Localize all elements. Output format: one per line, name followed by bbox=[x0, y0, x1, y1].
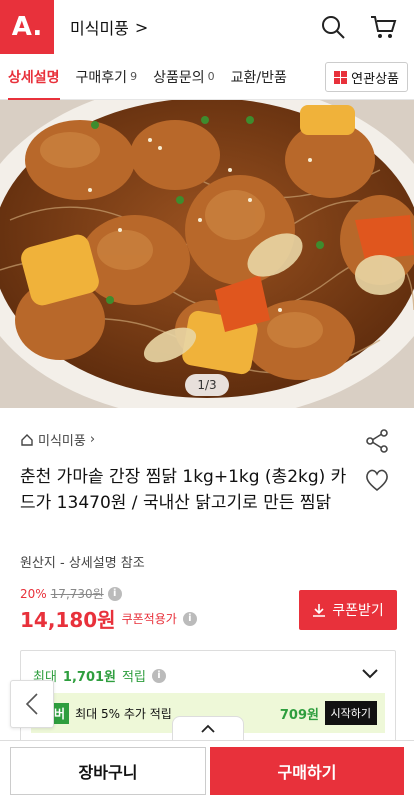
tab-qna[interactable]: 상품문의 0 bbox=[145, 54, 223, 100]
breadcrumb-store: 미식미풍 bbox=[38, 434, 86, 449]
original-price: 17,730원 bbox=[50, 587, 104, 601]
chevron-right-icon: › bbox=[89, 432, 96, 447]
origin-info: 원산지 - 상세설명 참조 bbox=[20, 556, 145, 571]
start-membership-button[interactable]: 시작하기 bbox=[324, 701, 377, 725]
cart-icon[interactable] bbox=[368, 12, 398, 42]
search-icon[interactable] bbox=[318, 12, 348, 42]
review-count: 9 bbox=[130, 70, 138, 83]
price-original-row: 20% 17,730원 i bbox=[20, 585, 122, 602]
grid-icon bbox=[334, 70, 348, 84]
brand-name: 미식미풍 bbox=[70, 19, 129, 38]
chevron-up-icon bbox=[201, 724, 215, 733]
bottom-action-bar: 장바구니 구매하기 bbox=[0, 740, 414, 800]
info-icon[interactable]: i bbox=[151, 668, 166, 683]
image-counter: 1/3 bbox=[185, 374, 229, 396]
collapse-handle[interactable] bbox=[172, 716, 244, 740]
info-icon[interactable]: i bbox=[107, 586, 122, 601]
chevron-right-icon: > bbox=[134, 17, 149, 37]
home-icon bbox=[21, 433, 33, 446]
braised-chicken-illustration bbox=[0, 100, 414, 408]
tab-reviews[interactable]: 구매후기 9 bbox=[68, 54, 146, 100]
sale-price: 14,180원 bbox=[20, 608, 116, 632]
tab-exchange-return[interactable]: 교환/반품 bbox=[223, 54, 295, 100]
tab-detail[interactable]: 상세설명 bbox=[0, 54, 68, 101]
coupon-applied-label: 쿠폰적용가 bbox=[121, 612, 177, 626]
member-reward-text: 최대 5% 추가 적립 bbox=[75, 706, 172, 721]
get-coupon-button[interactable]: 쿠폰받기 bbox=[299, 590, 397, 630]
add-to-cart-button[interactable]: 장바구니 bbox=[10, 747, 206, 795]
chevron-down-icon[interactable] bbox=[361, 665, 379, 684]
price-sale-row: 14,180원 쿠폰적용가 i bbox=[20, 604, 197, 633]
breadcrumb[interactable]: 미식미풍 › bbox=[20, 430, 95, 449]
brand-link[interactable]: 미식미풍 > bbox=[70, 15, 148, 39]
member-reward-amount: 709원 bbox=[279, 707, 319, 723]
product-tabs: 상세설명 구매후기 9 상품문의 0 교환/반품 연관상품 bbox=[0, 54, 414, 101]
reward-amount: 1,701원 bbox=[62, 670, 117, 685]
app-logo[interactable]: A. bbox=[0, 0, 54, 54]
discount-rate: 20% bbox=[20, 586, 47, 601]
product-image[interactable]: 1/3 bbox=[0, 100, 414, 408]
app-header: A. 미식미풍 > bbox=[0, 0, 414, 54]
prev-arrow-button[interactable] bbox=[10, 680, 54, 728]
chevron-left-icon bbox=[25, 693, 38, 715]
qna-count: 0 bbox=[207, 70, 215, 83]
info-icon[interactable]: i bbox=[182, 611, 197, 626]
product-title: 춘천 가마솥 간장 찜닭 1kg+1kg (총2kg) 카드가 13470원 /… bbox=[20, 467, 347, 513]
share-icon[interactable] bbox=[364, 428, 390, 458]
wishlist-heart-icon[interactable] bbox=[364, 468, 390, 496]
download-icon bbox=[313, 604, 326, 617]
buy-now-button[interactable]: 구매하기 bbox=[210, 747, 404, 795]
related-products-button[interactable]: 연관상품 bbox=[325, 62, 408, 92]
